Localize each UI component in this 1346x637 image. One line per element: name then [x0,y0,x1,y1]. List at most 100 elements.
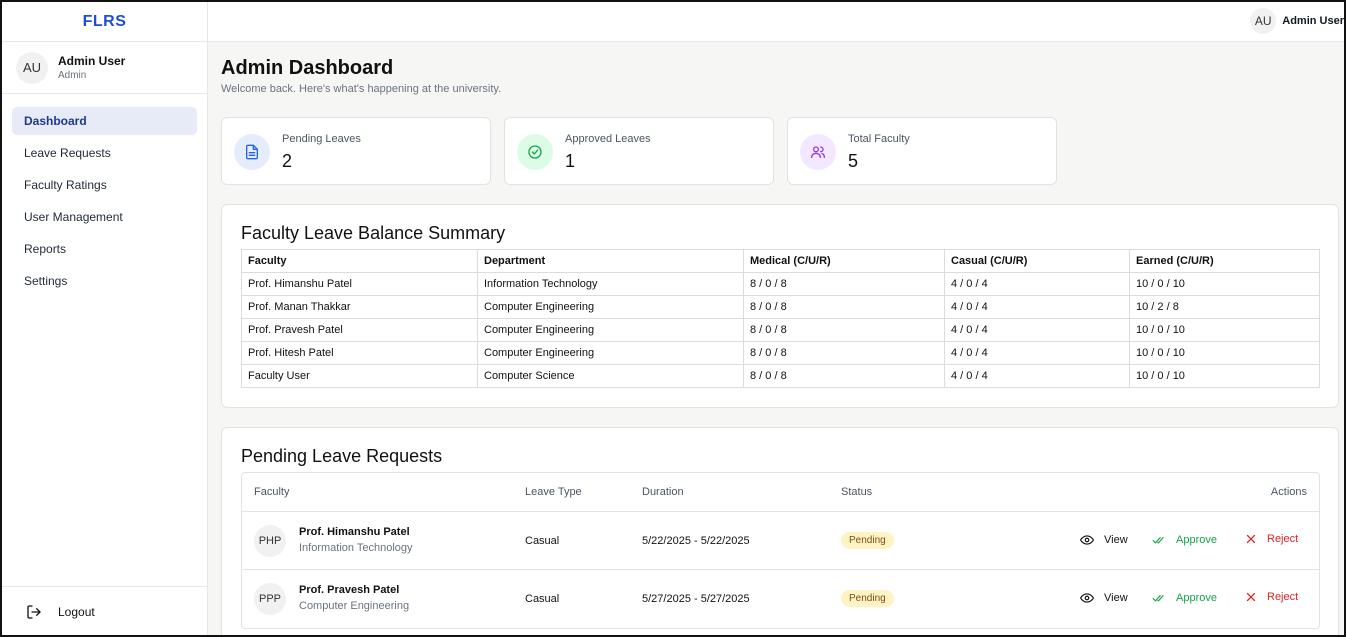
approve-button[interactable]: Approve [1152,591,1217,605]
leave-duration: 5/22/2025 - 5/22/2025 [642,535,750,547]
check-circle-icon [517,134,553,170]
sidebar-nav: Dashboard Leave Requests Faculty Ratings… [2,94,207,295]
stat-card-approved: Approved Leaves 1 [504,117,774,185]
column-header: Actions [1270,486,1307,498]
table-cell: Computer Science [477,364,744,388]
table-row: PPP Prof. Pravesh Patel Computer Enginee… [242,570,1319,628]
document-icon [234,134,270,170]
table-cell: Computer Engineering [477,318,744,342]
table-cell: 4 / 0 / 4 [944,272,1130,296]
stat-value: 1 [565,151,576,171]
table-cell: Prof. Manan Thakkar [241,295,478,319]
status-badge: Pending [841,532,894,549]
approve-label: Approve [1176,534,1217,546]
table-cell: 10 / 2 / 8 [1129,295,1320,319]
table-cell: 4 / 0 / 4 [944,364,1130,388]
avatar: AU [16,51,48,84]
pending-requests-card: Pending Leave Requests Faculty Leave Typ… [221,427,1339,635]
column-header: Casual (C/U/R) [944,249,1130,273]
approve-label: Approve [1176,592,1217,604]
avatar: PHP [254,525,286,557]
sidebar-item-dashboard[interactable]: Dashboard [12,107,197,135]
leave-type: Casual [525,593,560,605]
table-cell: 4 / 0 / 4 [944,318,1130,342]
table-row: Prof. Pravesh Patel Computer Engineering… [241,318,1320,342]
table-cell: Information Technology [477,272,744,296]
sidebar-item-leave-requests[interactable]: Leave Requests [12,139,197,167]
double-check-icon [1152,595,1164,602]
column-header: Earned (C/U/R) [1129,249,1320,273]
stat-value: 2 [282,151,293,171]
sidebar-item-settings[interactable]: Settings [12,267,197,295]
table-cell: 10 / 0 / 10 [1129,272,1320,296]
table-cell: 10 / 0 / 10 [1129,318,1320,342]
status-badge: Pending [841,590,894,607]
table-cell: 10 / 0 / 10 [1129,364,1320,388]
sidebar-item-reports[interactable]: Reports [12,235,197,263]
leave-type: Casual [525,535,560,547]
column-header: Status [841,486,873,498]
reject-label: Reject [1267,533,1299,545]
column-header: Department [477,249,744,273]
user-name: Admin User [1282,15,1344,27]
table-cell: 8 / 0 / 8 [743,295,945,319]
sidebar: FLRS AU Admin User Admin Dashboard Leave… [2,2,208,635]
avatar: PPP [254,583,286,615]
app-window: FLRS AU Admin User Admin Dashboard Leave… [0,0,1346,637]
close-icon [1246,534,1256,544]
table-cell: Prof. Himanshu Patel [241,272,478,296]
double-check-icon [1152,537,1164,544]
column-header: Medical (C/U/R) [743,249,945,273]
sidebar-item-faculty-ratings[interactable]: Faculty Ratings [12,171,197,199]
table-header-row: Faculty Leave Type Duration Status Actio… [242,473,1319,512]
table-row: PHP Prof. Himanshu Patel Information Tec… [242,512,1319,570]
table-cell: 10 / 0 / 10 [1129,341,1320,365]
approve-button[interactable]: Approve [1152,533,1217,547]
view-button[interactable]: View [1080,591,1128,605]
leave-balance-card: Faculty Leave Balance Summary Faculty De… [221,204,1339,408]
table-cell: Faculty User [241,364,478,388]
table-header-row: Faculty Department Medical (C/U/R) Casua… [241,249,1320,273]
section-title: Pending Leave Requests [241,446,443,466]
brand-logo[interactable]: FLRS [2,2,207,42]
topbar: AU Admin User [208,2,1344,42]
main-content: Admin Dashboard Welcome back. Here's wha… [220,43,1344,635]
sidebar-profile: AU Admin User Admin [2,42,207,94]
user-menu[interactable]: AU Admin User [1250,8,1344,34]
table-row: Prof. Manan Thakkar Computer Engineering… [241,295,1320,319]
stat-label: Total Faculty [848,133,910,145]
table-cell: 8 / 0 / 8 [743,341,945,365]
section-title: Faculty Leave Balance Summary [241,223,506,243]
table-cell: 4 / 0 / 4 [944,341,1130,365]
table-row: Prof. Himanshu Patel Information Technol… [241,272,1320,296]
view-button[interactable]: View [1080,533,1128,547]
table-cell: Prof. Pravesh Patel [241,318,478,342]
table-cell: 4 / 0 / 4 [944,295,1130,319]
close-icon [1246,592,1256,602]
table-cell: Computer Engineering [477,341,744,365]
sidebar-item-user-management[interactable]: User Management [12,203,197,231]
profile-name: Admin User [58,54,126,68]
stat-card-faculty: Total Faculty 5 [787,117,1057,185]
reject-button[interactable]: Reject [1245,591,1298,603]
reject-label: Reject [1267,591,1299,603]
brand-name: FLRS [82,12,127,30]
logout-label: Logout [58,605,95,619]
view-label: View [1104,534,1128,546]
page-title: Admin Dashboard [221,57,394,79]
table-cell: Prof. Hitesh Patel [241,341,478,365]
avatar: AU [1250,8,1277,34]
eye-icon [1080,593,1094,603]
column-header: Leave Type [525,486,582,498]
stat-label: Approved Leaves [565,133,651,145]
column-header: Duration [642,486,684,498]
table-cell: 8 / 0 / 8 [743,364,945,388]
reject-button[interactable]: Reject [1245,533,1298,545]
column-header: Faculty [241,249,478,273]
faculty-department: Information Technology [299,542,413,554]
stat-value: 5 [848,151,859,171]
logout-button[interactable]: Logout [2,586,207,635]
leave-balance-table: Faculty Department Medical (C/U/R) Casua… [241,249,1320,388]
table-cell: Computer Engineering [477,295,744,319]
table-cell: 8 / 0 / 8 [743,318,945,342]
